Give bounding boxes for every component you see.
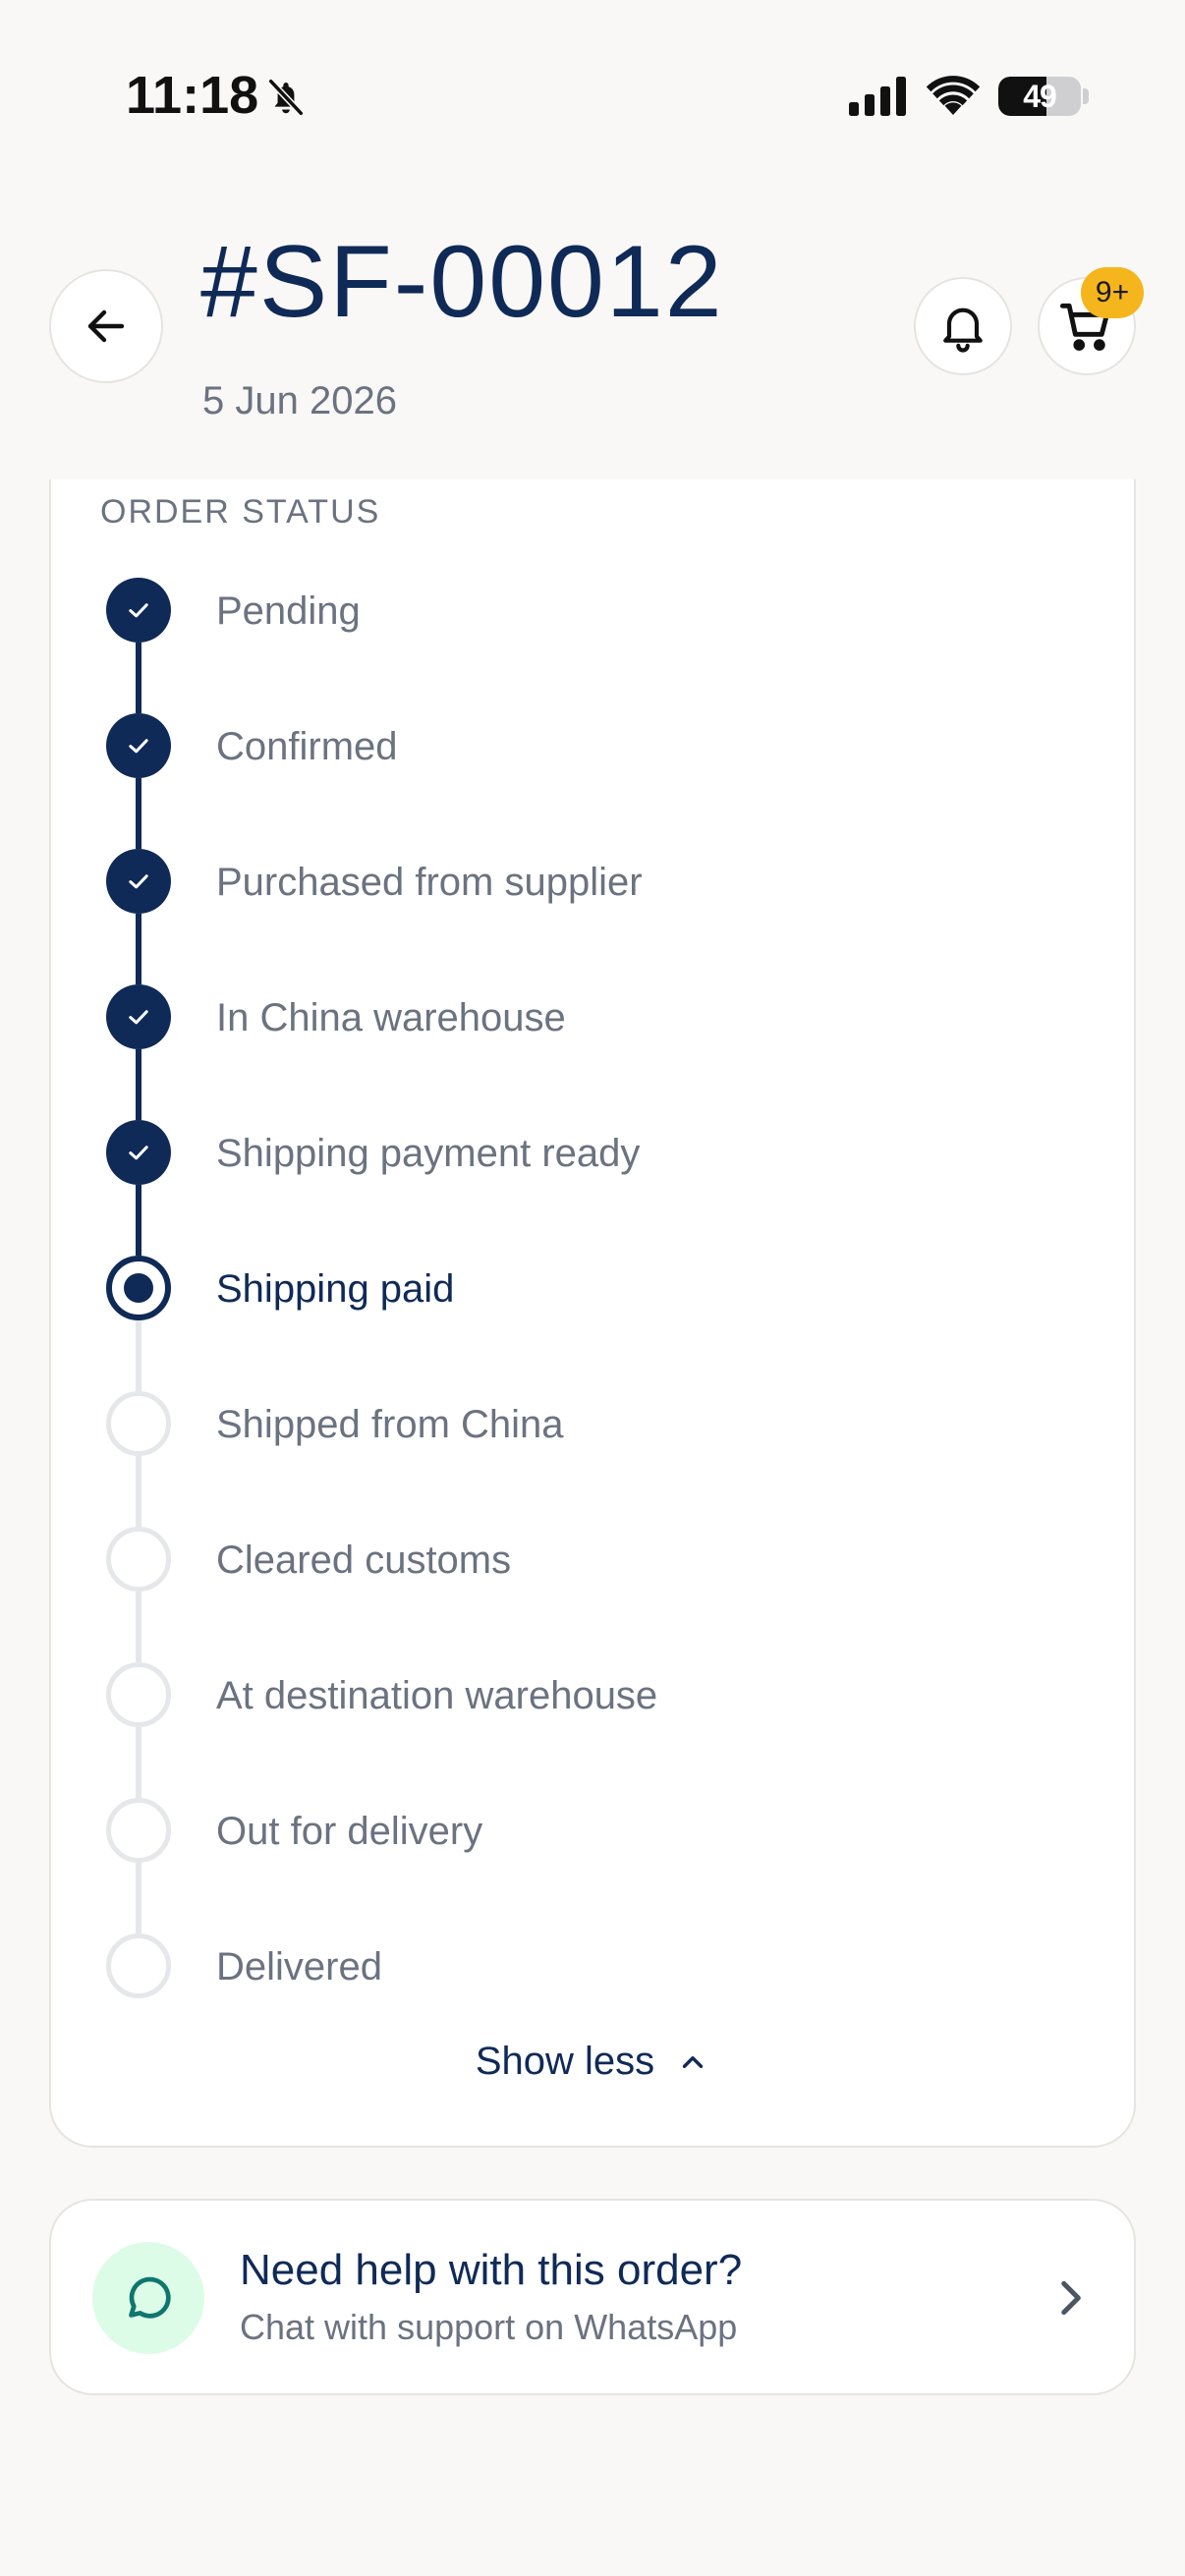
status-step: Pending — [106, 578, 1089, 646]
wifi-icon — [926, 76, 981, 115]
status-time: 11:18 — [126, 66, 259, 125]
timeline-connector — [136, 914, 141, 984]
timeline-connector — [136, 1863, 141, 1933]
status-step-label: Delivered — [216, 1945, 382, 1988]
whatsapp-help-card[interactable]: Need help with this order? Chat with sup… — [49, 2199, 1136, 2395]
bell-icon — [943, 308, 983, 353]
signal-icon — [849, 77, 906, 116]
status-step-label: Cleared customs — [216, 1539, 512, 1582]
timeline-connector — [136, 1185, 141, 1256]
status-step: Confirmed — [106, 713, 1089, 782]
status-step: Shipping payment ready — [106, 1120, 1089, 1189]
help-subtitle: Chat with support on WhatsApp — [240, 2307, 738, 2347]
notifications-button[interactable] — [914, 277, 1012, 375]
current-step-indicator — [106, 1256, 171, 1320]
status-step: At destination warehouse — [106, 1662, 1089, 1731]
status-step-label: Purchased from supplier — [216, 861, 643, 904]
timeline-connector — [136, 1456, 141, 1527]
arrow-left-icon — [87, 309, 125, 343]
show-less-label: Show less — [475, 2040, 655, 2083]
check-icon — [106, 578, 171, 643]
timeline-connector — [136, 1320, 141, 1391]
check-icon — [106, 713, 171, 778]
show-less-button[interactable]: Show less — [51, 2040, 1134, 2084]
bell-slash-icon — [268, 79, 304, 116]
chat-bubble-icon — [92, 2242, 204, 2354]
order-id-title: #SF-00012 — [200, 225, 724, 339]
status-step: Shipping paid — [106, 1256, 1089, 1324]
chevron-right-icon — [1061, 2280, 1081, 2316]
order-status-card: ORDER STATUS Pending Confirmed Purchased f… — [49, 479, 1136, 2148]
pending-step-indicator — [106, 1798, 171, 1863]
status-step: Purchased from supplier — [106, 849, 1089, 918]
status-step-label: Confirmed — [216, 725, 398, 768]
status-bar: 11:18 49 — [0, 0, 1185, 177]
timeline-connector — [136, 1727, 141, 1798]
cart-count-badge: 9+ — [1081, 267, 1144, 318]
status-step-label: Out for delivery — [216, 1810, 483, 1853]
timeline-connector — [136, 643, 141, 713]
battery-level: 49 — [1023, 79, 1057, 114]
check-icon — [106, 1120, 171, 1185]
status-step-label: Pending — [216, 589, 361, 633]
check-icon — [106, 984, 171, 1049]
status-step: Shipped from China — [106, 1391, 1089, 1460]
pending-step-indicator — [106, 1527, 171, 1592]
status-step-label: At destination warehouse — [216, 1674, 658, 1717]
help-title: Need help with this order? — [240, 2246, 743, 2294]
status-step-label: Shipped from China — [216, 1403, 564, 1446]
pending-step-indicator — [106, 1662, 171, 1727]
timeline-connector — [136, 1049, 141, 1120]
status-step: In China warehouse — [106, 984, 1089, 1053]
battery-icon: 49 — [998, 77, 1081, 116]
check-icon — [106, 849, 171, 914]
status-step-label: Shipping paid — [216, 1267, 455, 1311]
status-step: Cleared customs — [106, 1527, 1089, 1596]
status-step: Delivered — [106, 1933, 1089, 2002]
order-date: 5 Jun 2026 — [202, 379, 397, 422]
timeline-connector — [136, 1592, 141, 1662]
pending-step-indicator — [106, 1391, 171, 1456]
order-status-heading: ORDER STATUS — [100, 493, 381, 531]
chevron-up-icon — [682, 2055, 704, 2068]
status-step: Out for delivery — [106, 1798, 1089, 1867]
back-button[interactable] — [49, 269, 163, 383]
status-step-label: Shipping payment ready — [216, 1132, 641, 1175]
timeline-connector — [136, 778, 141, 849]
pending-step-indicator — [106, 1933, 171, 1998]
status-step-label: In China warehouse — [216, 996, 566, 1039]
